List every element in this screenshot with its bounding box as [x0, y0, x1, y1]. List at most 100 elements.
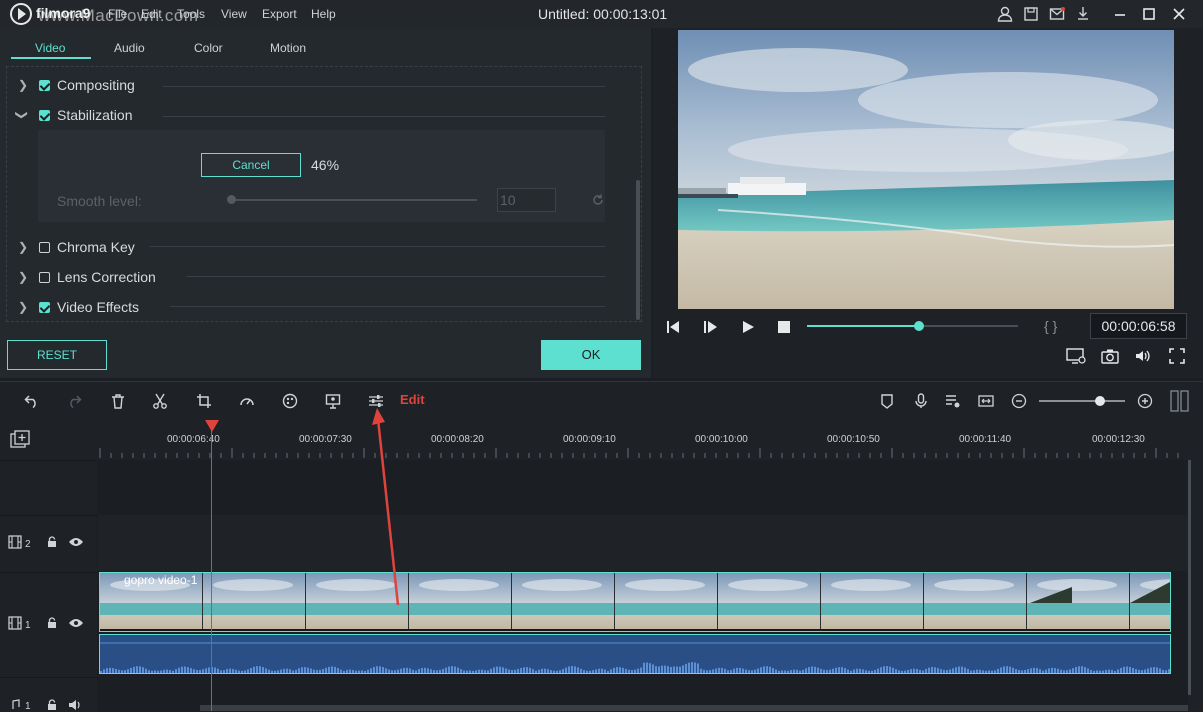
lock-icon[interactable]: [46, 536, 58, 548]
tab-video[interactable]: Video: [35, 41, 65, 55]
lock-icon[interactable]: [46, 617, 58, 629]
cancel-button[interactable]: Cancel: [201, 153, 301, 177]
playback-scrubber[interactable]: [914, 321, 924, 331]
maximize-icon[interactable]: [1140, 5, 1158, 23]
delete-icon[interactable]: [110, 393, 126, 409]
video-clip[interactable]: [99, 572, 1171, 632]
speaker-icon[interactable]: [68, 699, 84, 711]
timeline-vertical-scrollbar[interactable]: [1188, 420, 1203, 711]
panel-toggle-icon[interactable]: [1170, 390, 1190, 412]
chevron-right-icon[interactable]: ❯: [18, 300, 28, 314]
crop-icon[interactable]: [196, 393, 212, 409]
playhead-line[interactable]: [211, 422, 212, 711]
menu-help[interactable]: Help: [311, 7, 336, 21]
chevron-down-icon[interactable]: ❯: [15, 110, 29, 120]
ok-button[interactable]: OK: [541, 340, 641, 370]
fullscreen-icon[interactable]: [1169, 348, 1185, 364]
track-header-empty: [0, 460, 97, 515]
menu-export[interactable]: Export: [262, 7, 297, 21]
display-settings-icon[interactable]: [1066, 348, 1086, 364]
smooth-level-slider[interactable]: [230, 199, 477, 201]
lens-correction-checkbox[interactable]: [39, 272, 50, 283]
video-effects-label: Video Effects: [57, 299, 139, 315]
scissors-icon[interactable]: [152, 393, 168, 409]
mail-icon[interactable]: [1048, 5, 1066, 23]
filmora-logo-icon: [10, 3, 32, 25]
eye-icon[interactable]: [68, 618, 84, 628]
title-bar: filmora9 www.MacDown.com File Edit Tools…: [0, 0, 1203, 28]
ruler-time-label: 00:00:12:30: [1092, 434, 1145, 445]
lock-icon[interactable]: [46, 699, 58, 711]
track-area-empty: [98, 460, 1188, 514]
timeline-ruler[interactable]: [98, 420, 1188, 460]
color-icon[interactable]: [282, 393, 298, 409]
zoom-out-icon[interactable]: [1011, 393, 1027, 409]
previous-frame-icon[interactable]: [665, 319, 681, 335]
chevron-right-icon[interactable]: ❯: [18, 240, 28, 254]
ruler-time-label: 00:00:10:50: [827, 434, 880, 445]
playhead-handle[interactable]: [205, 420, 219, 432]
download-icon[interactable]: [1074, 5, 1092, 23]
volume-icon[interactable]: [1134, 348, 1152, 364]
reset-button[interactable]: RESET: [7, 340, 107, 370]
divider: [163, 116, 605, 117]
tab-color[interactable]: Color: [194, 41, 223, 55]
chroma-key-checkbox[interactable]: [39, 242, 50, 253]
timeline-horizontal-scrollbar[interactable]: [200, 705, 1190, 711]
tab-audio[interactable]: Audio: [114, 41, 145, 55]
video-track-icon: [8, 535, 22, 549]
divider: [163, 86, 605, 87]
microphone-icon[interactable]: [913, 393, 929, 409]
eye-icon[interactable]: [68, 537, 84, 547]
beach-scene-image: [678, 30, 1174, 309]
next-frame-icon[interactable]: [702, 319, 718, 335]
timeline-zoom-knob[interactable]: [1095, 396, 1105, 406]
menu-tools[interactable]: Tools: [177, 7, 205, 21]
mark-in-out-icon[interactable]: { }: [1044, 318, 1057, 334]
chevron-right-icon[interactable]: ❯: [18, 270, 28, 284]
track-area-video-2[interactable]: [98, 515, 1188, 571]
timeline-zoom-slider[interactable]: [1039, 400, 1125, 402]
smooth-level-label: Smooth level:: [57, 193, 142, 209]
undo-icon[interactable]: [24, 393, 40, 409]
track-number: 1: [25, 620, 31, 631]
divider: [186, 276, 605, 277]
reset-value-icon[interactable]: [591, 193, 605, 207]
scrollbar-thumb[interactable]: [1188, 460, 1191, 695]
menu-edit[interactable]: Edit: [141, 7, 162, 21]
chevron-right-icon[interactable]: ❯: [18, 78, 28, 92]
add-track-icon[interactable]: [10, 430, 30, 448]
ruler-time-label: 00:00:10:00: [695, 434, 748, 445]
audio-mixer-icon[interactable]: [945, 393, 961, 409]
window-title: Untitled: 00:00:13:01: [538, 6, 668, 22]
video-preview: [678, 30, 1174, 309]
tab-motion[interactable]: Motion: [270, 41, 306, 55]
snapshot-icon[interactable]: [1101, 348, 1119, 364]
stabilization-label: Stabilization: [57, 107, 133, 123]
fit-timeline-icon[interactable]: [978, 393, 994, 409]
video-effects-checkbox[interactable]: [39, 302, 50, 313]
stabilization-checkbox[interactable]: [39, 110, 50, 121]
save-icon[interactable]: [1022, 5, 1040, 23]
close-icon[interactable]: [1170, 5, 1188, 23]
zoom-in-icon[interactable]: [1137, 393, 1153, 409]
smooth-level-knob[interactable]: [227, 195, 236, 204]
stop-icon[interactable]: [776, 319, 792, 335]
menu-view[interactable]: View: [221, 7, 247, 21]
lens-correction-label: Lens Correction: [57, 269, 156, 285]
clip-audio-waveform[interactable]: [99, 634, 1171, 674]
account-icon[interactable]: [996, 5, 1014, 23]
current-timecode: 00:00:06:58: [1090, 313, 1187, 339]
smooth-level-input[interactable]: 10: [497, 188, 556, 212]
properties-scrollbar[interactable]: [636, 180, 640, 320]
track-number: 2: [25, 539, 31, 550]
redo-icon[interactable]: [66, 393, 82, 409]
marker-icon[interactable]: [879, 393, 895, 409]
compositing-checkbox[interactable]: [39, 80, 50, 91]
play-icon[interactable]: [740, 319, 756, 335]
minimize-icon[interactable]: [1111, 5, 1129, 23]
speed-icon[interactable]: [239, 393, 255, 409]
green-screen-icon[interactable]: [325, 393, 341, 409]
menu-file[interactable]: File: [108, 7, 127, 21]
ruler-time-label: 00:00:11:40: [959, 434, 1012, 445]
